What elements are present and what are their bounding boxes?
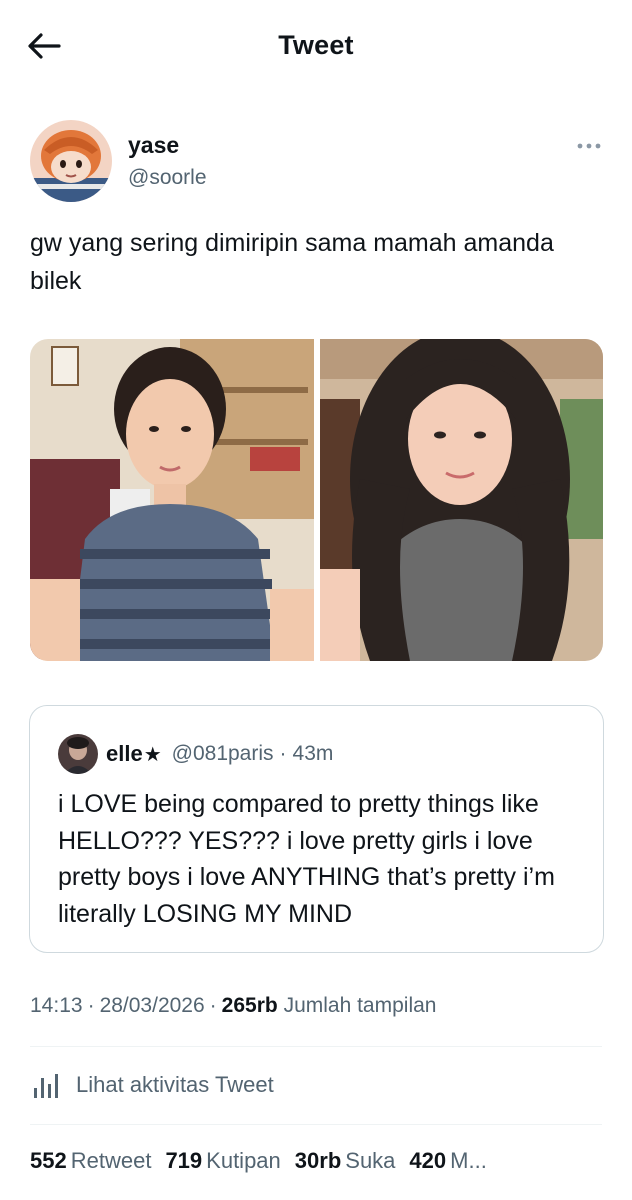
views-label: Jumlah tampilan (283, 994, 437, 1017)
analytics-bars-icon (34, 1074, 58, 1098)
more-dots-icon (577, 143, 601, 149)
view-activity-label: Lihat aktivitas Tweet (76, 1072, 274, 1097)
retweets-stat[interactable]: 552 Retweet (30, 1148, 151, 1174)
more-options-button[interactable] (574, 136, 604, 156)
author-name[interactable]: yase (128, 132, 179, 159)
tweet-author: yase @soorle (30, 120, 602, 206)
divider (30, 1124, 602, 1125)
views-count: 265rb (221, 994, 278, 1017)
author-avatar[interactable] (30, 120, 112, 202)
retweets-count: 552 (30, 1148, 67, 1173)
page-title: Tweet (278, 30, 354, 60)
likes-stat[interactable]: 30rb Suka (295, 1148, 396, 1174)
quoted-tweet-text: i LOVE being compared to pretty things l… (58, 790, 555, 928)
likes-count: 30rb (294, 1148, 342, 1173)
separator-dot: · (279, 742, 287, 765)
quoted-tweet-time: 43m (292, 742, 334, 765)
retweets-label: Retweet (70, 1148, 152, 1173)
tweet-meta: 14:13 · 28/03/2026 · 265rb Jumlah tampilan (30, 994, 436, 1018)
likes-label: Suka (345, 1148, 396, 1173)
tweet-time: 14:13 (30, 994, 83, 1017)
quoted-author-handle: @081paris (171, 742, 274, 765)
quoted-tweet-header: elle ★ @081paris · 43m (58, 734, 333, 774)
quoted-tweet[interactable]: elle ★ @081paris · 43m i LOVE being comp… (29, 705, 604, 953)
tweet-date: 28/03/2026 (99, 994, 205, 1017)
tweet-text: gw yang sering dimiripin sama mamah aman… (30, 229, 554, 295)
tweet-stats: 552 Retweet 719 Kutipan 30rb Suka 420 M... (30, 1148, 610, 1174)
tweet-media (30, 339, 603, 661)
author-handle[interactable]: @soorle (128, 166, 207, 190)
top-bar: Tweet (0, 0, 632, 92)
separator-dot: · (209, 994, 217, 1017)
quotes-stat[interactable]: 719 Kutipan (165, 1148, 280, 1174)
bookmarks-stat[interactable]: 420 M... (409, 1148, 486, 1174)
media-photo-right[interactable] (319, 339, 604, 661)
view-activity-button[interactable]: Lihat aktivitas Tweet (30, 1064, 274, 1106)
quotes-label: Kutipan (206, 1148, 281, 1173)
separator-dot: · (87, 994, 95, 1017)
bookmarks-label: M... (450, 1148, 487, 1173)
bookmarks-count: 420 (409, 1148, 447, 1173)
media-photo-left[interactable] (30, 339, 314, 661)
quotes-count: 719 (165, 1148, 203, 1173)
divider (30, 1046, 602, 1047)
avatar-cartoon-image (30, 120, 112, 202)
quoted-author-avatar (58, 734, 98, 774)
quoted-author-name: elle (106, 741, 143, 766)
star-symbol: ★ (143, 743, 162, 766)
